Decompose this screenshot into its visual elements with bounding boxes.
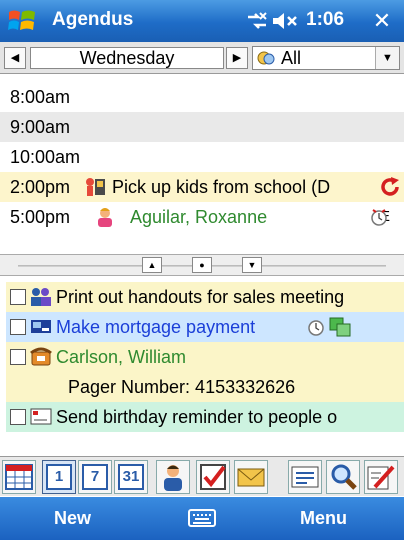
category-select[interactable]: All ▼ — [252, 46, 400, 70]
task-row[interactable]: Make mortgage payment — [6, 312, 404, 342]
event-row[interactable]: 5:00pm Aguilar, Roxanne E — [0, 202, 404, 232]
keyboard-icon[interactable] — [188, 507, 216, 529]
email-icon — [30, 408, 52, 425]
task-row[interactable]: Carlson, William Pager Number: 415333262… — [6, 342, 404, 402]
checkmark-icon — [200, 464, 226, 490]
calendar-grid-button[interactable] — [2, 460, 36, 494]
task-row[interactable]: Print out handouts for sales meeting — [6, 282, 404, 312]
time-label: 9:00am — [10, 117, 71, 137]
week-view-button[interactable]: 7 — [78, 460, 112, 494]
connectivity-icon[interactable] — [244, 9, 270, 33]
task-title: Print out handouts for sales meeting — [56, 287, 345, 307]
tasks-button[interactable] — [196, 460, 230, 494]
task-title: Send birthday reminder to people o — [56, 407, 338, 427]
next-day-button[interactable]: ▶ — [226, 47, 248, 69]
event-contact: Aguilar, Roxanne — [130, 207, 268, 227]
time-slot[interactable]: 10:00am — [0, 142, 404, 172]
birthday-contact-icon — [98, 208, 112, 227]
event-title: Pick up kids from school (D — [112, 177, 331, 197]
clock[interactable]: 1:06 — [306, 9, 344, 31]
day-view-button[interactable]: 1 — [42, 460, 76, 494]
email-button[interactable] — [234, 460, 268, 494]
search-button[interactable] — [326, 460, 360, 494]
memo-button[interactable] — [288, 460, 322, 494]
menu-softkey[interactable]: Menu — [300, 497, 347, 540]
new-softkey[interactable]: New — [54, 497, 91, 540]
task-row[interactable]: Send birthday reminder to people o — [6, 402, 404, 432]
task-checkbox[interactable] — [10, 409, 26, 425]
calendar-grid-icon — [5, 464, 33, 490]
softkey-bar: New Menu — [0, 497, 404, 540]
week-view-label: 7 — [82, 464, 108, 490]
recurring-icon — [381, 177, 399, 196]
expand-down-button[interactable]: ▼ — [242, 257, 262, 273]
group-icon — [31, 288, 51, 306]
tools-icon — [367, 465, 395, 490]
time-slot[interactable]: 9:00am — [0, 112, 404, 142]
category-icon — [257, 51, 275, 65]
chevron-down-icon[interactable]: ▼ — [375, 47, 399, 69]
center-button[interactable]: ● — [192, 257, 212, 273]
settings-button[interactable] — [364, 460, 398, 494]
close-button[interactable]: ✕ — [368, 7, 396, 35]
view-toolbar: 1 7 31 — [0, 456, 404, 496]
status-icons — [244, 7, 300, 35]
event-row[interactable]: 2:00pm Pick up kids from school (D — [0, 172, 404, 202]
task-contact: Carlson, William — [56, 347, 187, 367]
previous-day-button[interactable]: ◀ — [4, 47, 26, 69]
title-bar: Agendus 1:06 ✕ — [0, 0, 404, 42]
pane-splitter[interactable]: ▲ ● ▼ — [0, 254, 404, 276]
day-view-label: 1 — [46, 464, 72, 490]
search-icon — [331, 464, 357, 490]
time-label: 8:00am — [10, 87, 71, 107]
event-time: 2:00pm — [10, 177, 71, 197]
month-view-label: 31 — [118, 464, 144, 490]
task-title: Make mortgage payment — [56, 317, 256, 337]
alarm-icon — [371, 209, 387, 226]
envelope-icon — [237, 468, 265, 487]
month-view-button[interactable]: 31 — [114, 460, 148, 494]
task-checkbox[interactable] — [10, 289, 26, 305]
pager-number: Pager Number: 4153332626 — [68, 377, 296, 397]
day-navigation-bar: ◀ Wednesday ▶ All ▼ — [0, 42, 404, 74]
payment-icon — [31, 320, 51, 333]
contacts-button[interactable] — [156, 460, 190, 494]
task-checkbox[interactable] — [10, 349, 26, 365]
alarm-icon — [308, 320, 324, 336]
task-checkbox[interactable] — [10, 319, 26, 335]
windows-start-icon[interactable] — [6, 6, 38, 36]
time-label: 10:00am — [10, 147, 81, 167]
event-time: 5:00pm — [10, 207, 71, 227]
collapse-up-button[interactable]: ▲ — [142, 257, 162, 273]
kids-icon — [86, 178, 105, 196]
category-label: All — [281, 48, 302, 68]
linked-items-icon — [329, 317, 351, 337]
app-title: Agendus — [52, 9, 134, 30]
volume-icon[interactable] — [270, 9, 300, 33]
agenda-list: 8:00am 9:00am 10:00am 2:00pm Pick up kid… — [0, 76, 404, 254]
task-list: Print out handouts for sales meeting Mak… — [0, 280, 404, 452]
person-icon — [164, 465, 182, 491]
phone-icon — [30, 347, 52, 366]
time-slot[interactable]: 8:00am — [0, 82, 404, 112]
memo-icon — [291, 466, 319, 488]
day-selector[interactable]: Wednesday — [30, 47, 224, 69]
